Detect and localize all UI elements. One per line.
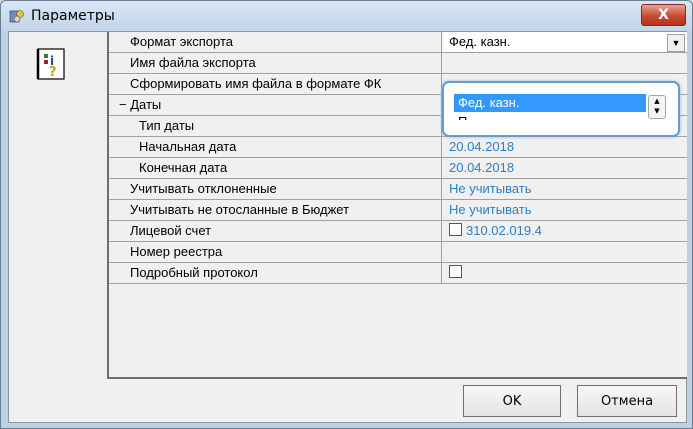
property-row-registry-number[interactable]: Номер реестра: [109, 242, 687, 263]
property-row-account[interactable]: Лицевой счет 310.02.019.4: [109, 221, 687, 242]
left-panel: i ?: [9, 32, 107, 377]
dropdown-scroll-spinner[interactable]: ▲ ▼: [648, 95, 666, 119]
account-value[interactable]: 310.02.019.4: [443, 221, 687, 241]
close-icon: X: [658, 7, 669, 23]
detailed-log-value[interactable]: [443, 263, 687, 283]
property-row-export-filename[interactable]: Имя файла экспорта: [109, 53, 687, 74]
property-row-start-date[interactable]: Начальная дата 20.04.2018: [109, 137, 687, 158]
property-row-rejected[interactable]: Учитывать отклоненные Не учитывать: [109, 179, 687, 200]
close-button[interactable]: X: [641, 4, 686, 26]
arrow-up-icon[interactable]: ▲: [649, 96, 665, 106]
export-format-dropdown-list[interactable]: Фед. казн. П ▲ ▼: [442, 81, 680, 137]
export-format-select[interactable]: Фед. казн. ▼: [443, 32, 687, 52]
dropdown-options: Фед. казн. П: [454, 94, 646, 120]
property-row-unsent[interactable]: Учитывать не отосланные в Бюджет Не учит…: [109, 200, 687, 221]
dropdown-option[interactable]: П: [454, 113, 646, 120]
parameters-app-icon: [9, 10, 24, 23]
window-title: Параметры: [31, 8, 115, 24]
dropdown-option-selected[interactable]: Фед. казн.: [454, 94, 646, 112]
help-book-icon: i ?: [36, 48, 65, 80]
property-row-detailed-log[interactable]: Подробный протокол: [109, 263, 687, 284]
ok-button[interactable]: OK: [463, 385, 561, 417]
detailed-log-checkbox[interactable]: [449, 265, 462, 278]
arrow-down-icon[interactable]: ▼: [649, 106, 665, 116]
chevron-down-icon[interactable]: ▼: [667, 34, 685, 52]
property-row-export-format[interactable]: Формат экспорта Фед. казн. ▼: [109, 32, 687, 53]
account-checkbox[interactable]: [449, 223, 462, 236]
property-row-end-date[interactable]: Конечная дата 20.04.2018: [109, 158, 687, 179]
cancel-button[interactable]: Отмена: [577, 385, 677, 417]
svg-text:?: ?: [49, 65, 57, 80]
title-bar[interactable]: Параметры X: [1, 1, 692, 31]
parameters-window: Параметры X i ? Формат экспорта Фед. каз…: [0, 0, 693, 429]
